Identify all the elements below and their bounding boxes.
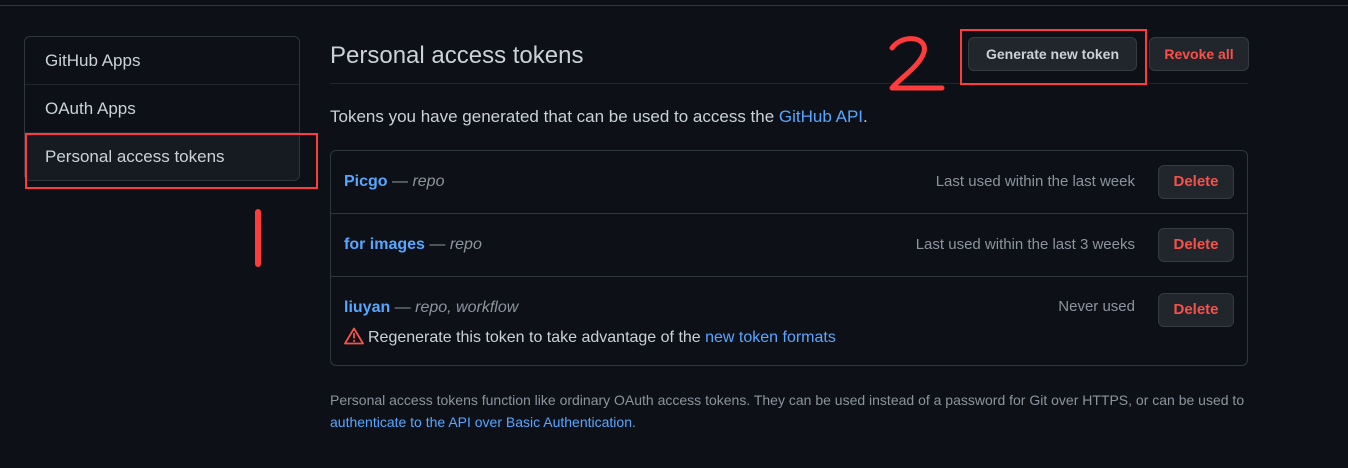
sidebar-item-github-apps[interactable]: GitHub Apps (25, 37, 299, 84)
token-row: for images — repo Last used within the l… (331, 213, 1247, 276)
tokens-footnote: Personal access tokens function like ord… (330, 389, 1250, 433)
tokens-description: Tokens you have generated that can be us… (330, 107, 868, 127)
token-list: Picgo — repo Last used within the last w… (330, 150, 1248, 366)
delete-token-button[interactable]: Delete (1158, 293, 1234, 327)
generate-new-token-button[interactable]: Generate new token (968, 37, 1137, 71)
description-end: . (863, 107, 868, 126)
token-scope: repo, workflow (415, 299, 519, 316)
footnote-text: Personal access tokens function like ord… (330, 392, 1245, 408)
warning-text: Regenerate this token to take advantage … (368, 329, 706, 346)
token-last-used: Never used (1058, 298, 1135, 315)
sidebar-item-oauth-apps[interactable]: OAuth Apps (25, 84, 299, 132)
token-scope: repo (412, 173, 445, 190)
annotation-highlight-sidebar (25, 133, 318, 189)
revoke-all-button[interactable]: Revoke all (1149, 37, 1249, 71)
token-row: Picgo — repo Last used within the last w… (331, 151, 1247, 213)
description-text: Tokens you have generated that can be us… (330, 107, 779, 126)
token-name-link[interactable]: liuyan — repo, workflow (344, 299, 518, 317)
annotation-step-2 (889, 36, 945, 91)
basic-auth-link[interactable]: authenticate to the API over Basic Authe… (330, 414, 632, 430)
delete-token-button[interactable]: Delete (1158, 228, 1234, 262)
footnote-end: . (631, 414, 636, 430)
delete-token-button[interactable]: Delete (1158, 165, 1234, 199)
page-title: Personal access tokens (330, 42, 584, 69)
token-row: liuyan — repo, workflow Never used Delet… (331, 276, 1247, 366)
token-scope: repo (449, 236, 482, 253)
annotation-step-1 (255, 209, 261, 267)
token-last-used: Last used within the last week (935, 173, 1135, 190)
token-warning: Regenerate this token to take advantage … (344, 327, 836, 347)
top-divider (0, 0, 1348, 6)
token-last-used: Last used within the last 3 weeks (915, 236, 1135, 253)
token-name-link[interactable]: for images — repo (344, 236, 482, 254)
token-name-link[interactable]: Picgo — repo (344, 173, 444, 191)
alert-triangle-icon (344, 327, 364, 345)
github-api-link[interactable]: GitHub API (779, 107, 863, 126)
new-token-formats-link[interactable]: new token formats (705, 329, 836, 346)
